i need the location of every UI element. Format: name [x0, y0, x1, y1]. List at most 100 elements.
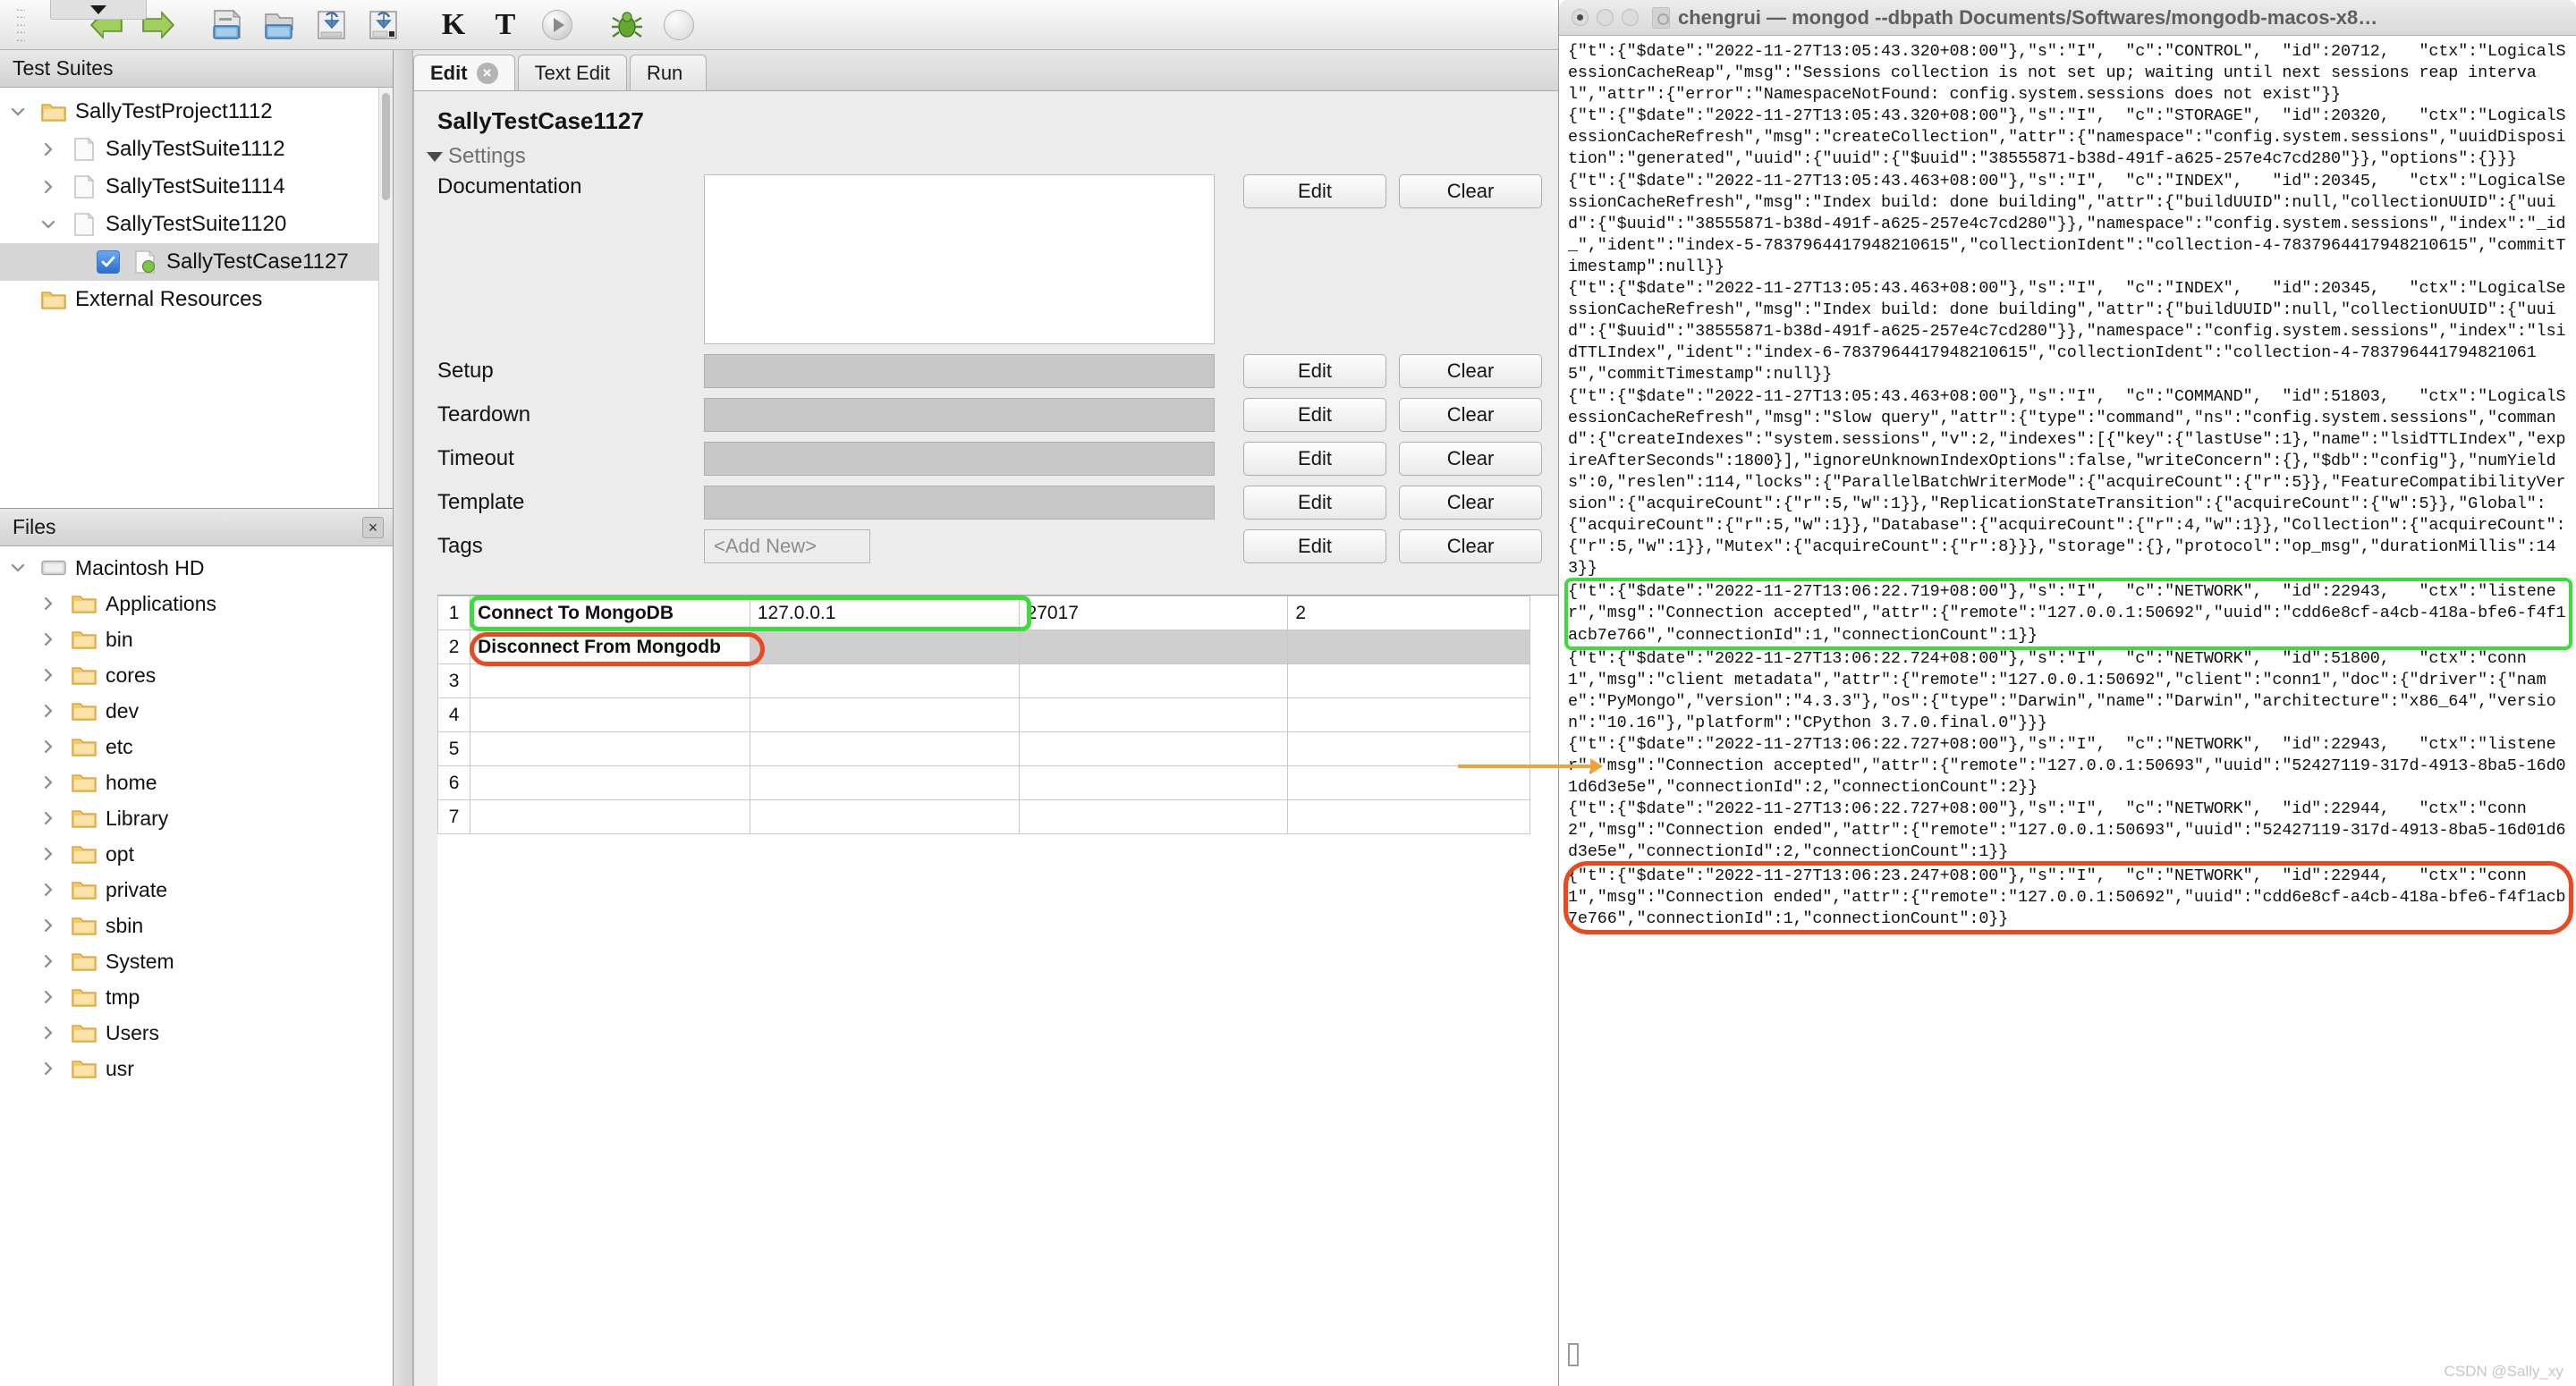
edit-button[interactable]: Edit: [1243, 354, 1386, 388]
file-tree-item[interactable]: etc: [0, 729, 393, 765]
close-icon[interactable]: ×: [476, 62, 498, 84]
tree-item[interactable]: SallyTestCase1127: [0, 243, 393, 281]
grid-cell[interactable]: [1018, 799, 1289, 834]
close-icon[interactable]: ×: [362, 516, 384, 538]
edit-button[interactable]: Edit: [1243, 398, 1386, 432]
file-tree-item[interactable]: sbin: [0, 908, 393, 943]
files-tree[interactable]: Macintosh HD Applications bin cores dev etc ho…: [0, 546, 393, 1386]
toolbar-grip[interactable]: [16, 8, 25, 41]
clear-button[interactable]: Clear: [1399, 398, 1542, 432]
tree-item[interactable]: External Resources: [0, 281, 393, 318]
grid-cell[interactable]: [1018, 731, 1289, 766]
grid-cell[interactable]: [470, 799, 750, 834]
edit-button[interactable]: Edit: [1243, 529, 1386, 563]
file-tree-disclosure[interactable]: [30, 1059, 66, 1078]
grid-cell[interactable]: [470, 765, 750, 800]
teardown-input[interactable]: [704, 398, 1215, 432]
file-tree-item[interactable]: Applications: [0, 586, 393, 621]
file-tree-disclosure[interactable]: [30, 880, 66, 900]
tree-disclosure[interactable]: [30, 215, 66, 234]
grid-cell[interactable]: [749, 697, 1020, 732]
documentation-input[interactable]: [704, 174, 1215, 344]
zoom-window-button[interactable]: [1622, 9, 1639, 26]
tab-text-edit[interactable]: Text Edit: [517, 55, 627, 90]
table-row[interactable]: 1 Connect To MongoDB 127.0.0.1 27017 2: [437, 596, 1530, 630]
new-file-button[interactable]: [204, 5, 252, 45]
file-tree-disclosure[interactable]: [30, 916, 66, 935]
grid-cell[interactable]: [1287, 663, 1530, 698]
stop-button[interactable]: [655, 5, 703, 45]
file-tree-disclosure[interactable]: [30, 630, 66, 649]
file-tree-item[interactable]: Library: [0, 800, 393, 836]
grid-cell[interactable]: [749, 731, 1020, 766]
file-tree-disclosure[interactable]: [30, 844, 66, 864]
grid-cell[interactable]: [749, 663, 1020, 698]
debug-button[interactable]: [603, 5, 651, 45]
grid-cell[interactable]: Disconnect From Mongodb: [470, 630, 750, 664]
grid-cell[interactable]: [1018, 765, 1289, 800]
settings-disclosure[interactable]: Settings: [414, 144, 1558, 174]
clear-button[interactable]: Clear: [1399, 486, 1542, 520]
grid-cell[interactable]: [1287, 731, 1530, 766]
template-input[interactable]: [704, 486, 1215, 520]
grid-cell[interactable]: [470, 663, 750, 698]
tab-edit[interactable]: Edit ×: [413, 55, 515, 90]
tree-item-checkbox[interactable]: [97, 250, 120, 274]
file-tree-disclosure[interactable]: [30, 808, 66, 828]
file-tree-item[interactable]: cores: [0, 657, 393, 693]
grid-cell[interactable]: [749, 630, 1020, 664]
table-row[interactable]: 7: [437, 799, 1530, 834]
file-tree-item[interactable]: opt: [0, 836, 393, 872]
clear-button[interactable]: Clear: [1399, 529, 1542, 563]
file-tree-disclosure[interactable]: [30, 737, 66, 756]
file-tree-item[interactable]: Macintosh HD: [0, 550, 393, 586]
save-all-button[interactable]: [360, 5, 408, 45]
grid-cell[interactable]: [1287, 765, 1530, 800]
grid-cell[interactable]: [470, 731, 750, 766]
file-tree-item[interactable]: home: [0, 765, 393, 800]
tab-run[interactable]: Run: [629, 55, 707, 90]
clear-button[interactable]: Clear: [1399, 354, 1542, 388]
tree-disclosure[interactable]: [30, 177, 66, 197]
file-tree-disclosure[interactable]: [30, 701, 66, 721]
test-suites-scrollbar[interactable]: [378, 88, 393, 508]
file-tree-disclosure[interactable]: [30, 773, 66, 792]
grid-cell[interactable]: 27017: [1018, 596, 1289, 630]
grid-cell[interactable]: [1018, 697, 1289, 732]
table-row[interactable]: 3: [437, 663, 1530, 698]
tree-item[interactable]: SallyTestSuite1120: [0, 206, 393, 243]
clear-button[interactable]: Clear: [1399, 174, 1542, 208]
grid-cell[interactable]: Connect To MongoDB: [470, 596, 750, 630]
table-row[interactable]: 5: [437, 731, 1530, 766]
tree-item[interactable]: SallyTestSuite1114: [0, 168, 393, 206]
timeout-input[interactable]: [704, 442, 1215, 476]
close-window-button[interactable]: [1572, 9, 1589, 26]
grid-cell[interactable]: 127.0.0.1: [749, 596, 1020, 630]
grid-cell[interactable]: [749, 765, 1020, 800]
run-button[interactable]: [533, 5, 581, 45]
tags-add-new[interactable]: <Add New>: [704, 529, 870, 563]
scrollbar-thumb[interactable]: [382, 93, 390, 200]
keyword-grid[interactable]: 1 Connect To MongoDB 127.0.0.1 27017 2 2 Disco…: [437, 596, 1530, 834]
file-tree-disclosure[interactable]: [30, 1023, 66, 1043]
new-keyword-button[interactable]: K: [429, 5, 478, 45]
terminal-titlebar[interactable]: chengrui — mongod --dbpath Documents/Sof…: [1559, 0, 2576, 36]
toolbar-overflow-tab[interactable]: [50, 0, 147, 20]
editor-splitter[interactable]: [394, 50, 413, 1386]
file-tree-item[interactable]: System: [0, 943, 393, 979]
file-tree-item[interactable]: bin: [0, 621, 393, 657]
table-row[interactable]: 2 Disconnect From Mongodb: [437, 630, 1530, 664]
edit-button[interactable]: Edit: [1243, 486, 1386, 520]
file-tree-disclosure[interactable]: [30, 951, 66, 971]
tree-disclosure[interactable]: [0, 102, 36, 122]
grid-cell[interactable]: [749, 799, 1020, 834]
file-tree-item[interactable]: usr: [0, 1051, 393, 1086]
minimize-window-button[interactable]: [1597, 9, 1614, 26]
clear-button[interactable]: Clear: [1399, 442, 1542, 476]
file-tree-disclosure[interactable]: [30, 665, 66, 685]
edit-button[interactable]: Edit: [1243, 174, 1386, 208]
table-row[interactable]: 4: [437, 697, 1530, 732]
test-suites-tree[interactable]: SallyTestProject1112 SallyTestSuite1112 Sa…: [0, 88, 393, 508]
open-folder-button[interactable]: [256, 5, 304, 45]
file-tree-item[interactable]: dev: [0, 693, 393, 729]
